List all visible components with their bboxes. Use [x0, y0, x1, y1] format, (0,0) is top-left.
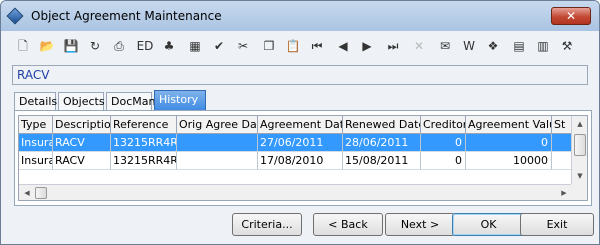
- word-document-icon[interactable]: W: [459, 36, 479, 56]
- table-cell: [552, 134, 572, 152]
- previous-record-icon[interactable]: ◀: [333, 36, 353, 56]
- tab-docman[interactable]: DocMan: [106, 92, 155, 111]
- scroll-right-icon[interactable]: ▶: [556, 185, 572, 201]
- table-cell: 27/06/2011: [258, 134, 343, 152]
- table-cell: 13215RR4R3: [111, 152, 177, 170]
- next-button[interactable]: Next >: [385, 213, 455, 236]
- table-cell: Insura: [19, 134, 53, 152]
- history-grid: TypeDescriptionReferenceOrig Agree DateA…: [18, 115, 588, 201]
- email-icon[interactable]: ✉: [435, 36, 455, 56]
- main-window: Object Agreement Maintenance ✕ 🗋 📂 💾 ↻ ⎙ ED ♣ ▦…: [0, 0, 600, 245]
- column-header[interactable]: Description: [53, 116, 111, 134]
- grid-header-row: TypeDescriptionReferenceOrig Agree DateA…: [19, 116, 572, 134]
- first-record-icon[interactable]: ⏮: [307, 36, 327, 56]
- cut-icon[interactable]: ✂: [233, 36, 253, 56]
- network-icon[interactable]: ❖: [483, 36, 503, 56]
- save-disk-icon[interactable]: 💾: [61, 36, 81, 56]
- table-cell: RACV: [53, 152, 111, 170]
- edit-icon[interactable]: ED: [135, 36, 155, 56]
- column-header[interactable]: Type: [19, 116, 53, 134]
- back-button[interactable]: < Back: [313, 213, 383, 236]
- table-cell: 0: [466, 134, 552, 152]
- table-row[interactable]: InsuraRACV13215RR4R3 17/08/201015/08/2011…: [19, 152, 572, 170]
- scroll-down-icon[interactable]: ▼: [572, 168, 588, 184]
- scroll-up-icon[interactable]: ▲: [572, 116, 588, 132]
- tab-objects[interactable]: Objects: [58, 92, 105, 111]
- table-cell: 28/06/2011: [343, 134, 421, 152]
- criteria-button[interactable]: Criteria...: [232, 213, 302, 236]
- table-cell: RACV: [53, 134, 111, 152]
- table-cell: Insura: [19, 152, 53, 170]
- paste-icon[interactable]: 📋: [283, 36, 303, 56]
- table-cell: 17/08/2010: [258, 152, 343, 170]
- tab-details[interactable]: Details: [14, 92, 57, 111]
- column-header[interactable]: Creditor: [421, 116, 466, 134]
- open-folder-icon[interactable]: 📂: [37, 36, 57, 56]
- scrollbar-corner: [571, 184, 587, 200]
- column-header[interactable]: Renewed Date: [343, 116, 421, 134]
- next-record-icon[interactable]: ▶: [357, 36, 377, 56]
- horizontal-scroll-thumb[interactable]: [35, 187, 47, 199]
- window-title: Object Agreement Maintenance: [31, 9, 222, 23]
- table-cell: 0: [421, 152, 466, 170]
- app-diamond-icon: [6, 7, 24, 25]
- table-cell: 10000: [466, 152, 552, 170]
- table-cell: [552, 152, 572, 170]
- table-cell: 13215RR4R3: [111, 134, 177, 152]
- title-bar: Object Agreement Maintenance ✕: [1, 1, 599, 31]
- table-cell: [177, 152, 258, 170]
- column-header[interactable]: Orig Agree Date: [177, 116, 258, 134]
- vertical-scroll-thumb[interactable]: [574, 134, 586, 156]
- copy-icon[interactable]: ❐: [259, 36, 279, 56]
- table-cell: [177, 134, 258, 152]
- last-record-icon[interactable]: ⏭: [383, 36, 403, 56]
- new-document-icon[interactable]: 🗋: [13, 36, 33, 56]
- table-cell: 15/08/2011: [343, 152, 421, 170]
- record-name-field[interactable]: RACV: [12, 65, 588, 85]
- delete-icon[interactable]: ✕: [409, 36, 429, 56]
- column-header[interactable]: St: [552, 116, 572, 134]
- vertical-scrollbar[interactable]: ▲ ▼: [571, 116, 587, 184]
- column-header[interactable]: Reference: [111, 116, 177, 134]
- calendar-icon[interactable]: ▥: [533, 36, 553, 56]
- exit-button[interactable]: Exit: [520, 213, 594, 236]
- clipboard-icon[interactable]: ▤: [509, 36, 529, 56]
- spellcheck-icon[interactable]: ✔: [209, 36, 229, 56]
- tab-history[interactable]: History: [154, 90, 206, 111]
- column-header[interactable]: Agreement Value: [466, 116, 552, 134]
- table-cell: 0: [421, 134, 466, 152]
- toolbar: 🗋 📂 💾 ↻ ⎙ ED ♣ ▦ ✔ ✂ ❐ 📋 ⏮ ◀ ▶ ⏭ ✕ ✉ W ❖ ▤ ▥ ⚒: [7, 32, 595, 60]
- refresh-icon[interactable]: ↻: [85, 36, 105, 56]
- table-row[interactable]: InsuraRACV13215RR4R3 27/06/201128/06/2011…: [19, 134, 572, 152]
- print-icon[interactable]: ⎙: [109, 36, 129, 56]
- tools-icon[interactable]: ⚒: [557, 36, 577, 56]
- calculator-icon[interactable]: ▦: [185, 36, 205, 56]
- tree-icon[interactable]: ♣: [159, 36, 179, 56]
- close-button[interactable]: ✕: [551, 7, 591, 25]
- column-header[interactable]: Agreement Date: [258, 116, 343, 134]
- scroll-left-icon[interactable]: ◀: [19, 185, 35, 201]
- ok-button[interactable]: OK: [452, 213, 525, 236]
- horizontal-scrollbar[interactable]: ◀ ▶: [19, 184, 572, 200]
